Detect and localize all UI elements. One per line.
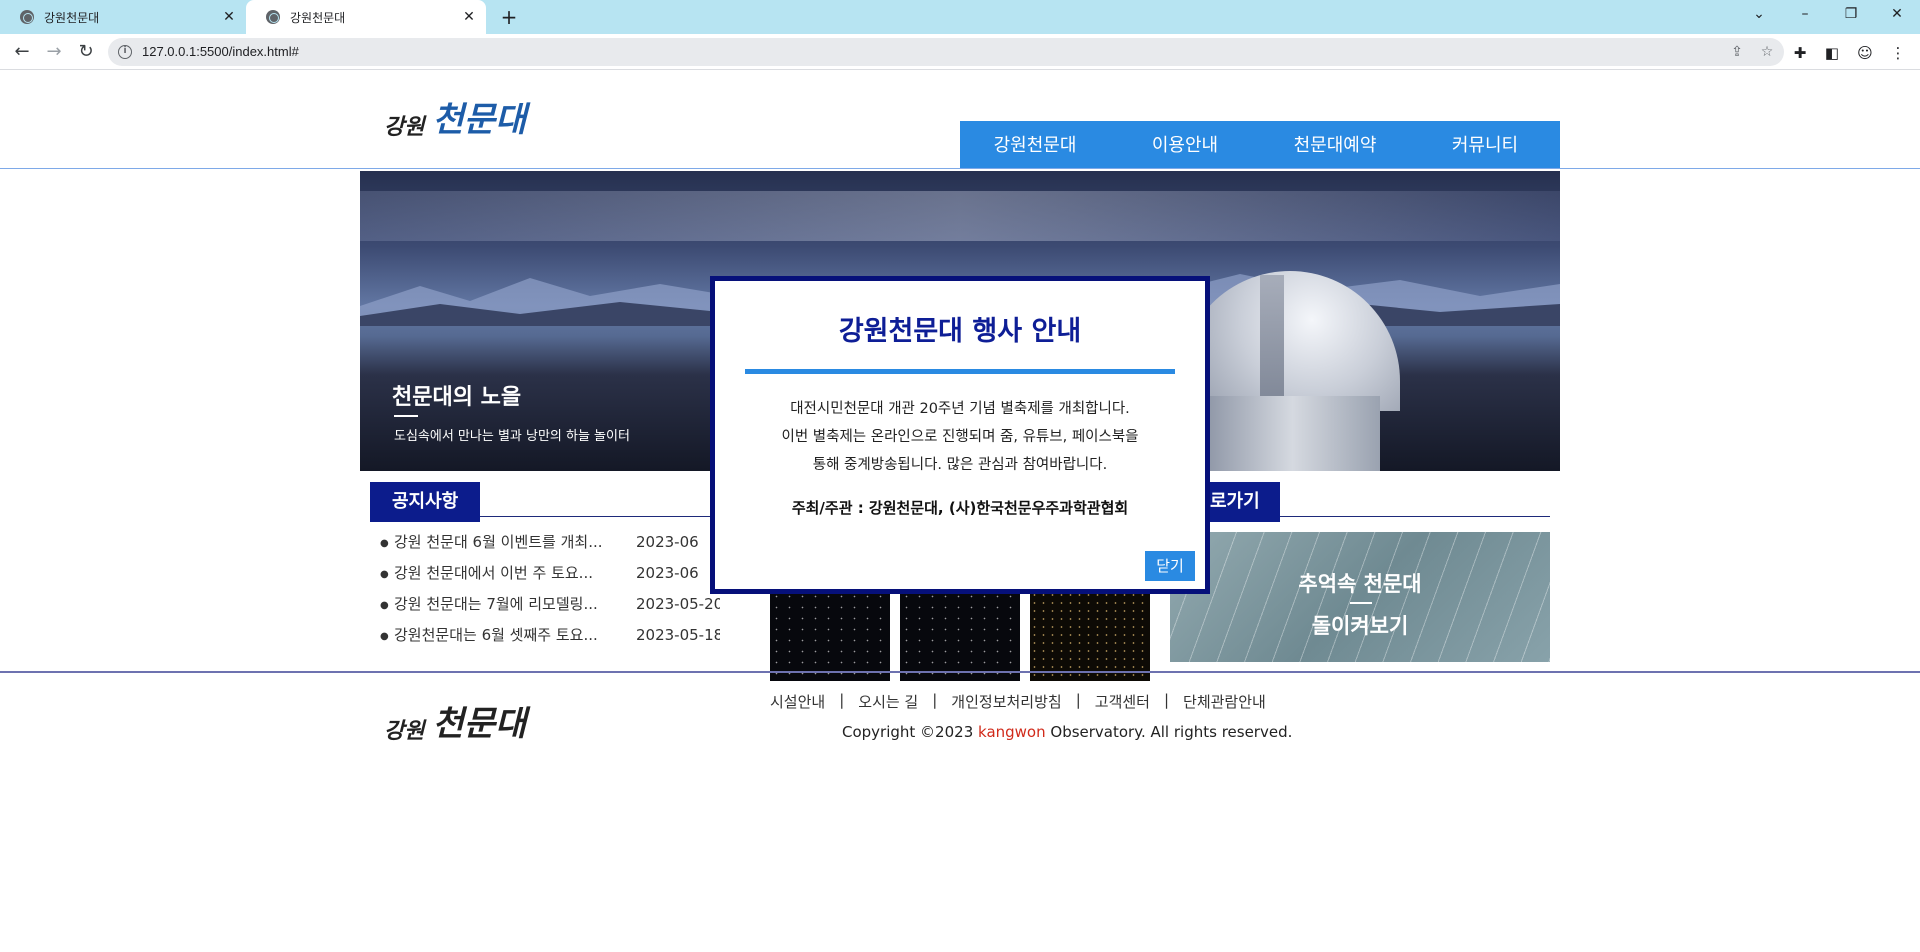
bullet-icon: ●	[380, 600, 389, 611]
forward-icon[interactable]: →	[42, 40, 66, 64]
browser-tab[interactable]: 강원천문대 ✕	[0, 0, 246, 34]
reload-icon[interactable]: ↻	[74, 40, 98, 64]
list-item[interactable]: ● 강원 천문대 6월 이벤트를 개최... 2023-06	[380, 533, 740, 564]
footer-separator: |	[1075, 691, 1081, 709]
notice-title[interactable]: 강원천문대는 6월 셋째주 토요...	[394, 626, 630, 657]
popup-body: 대전시민천문대 개관 20주년 기념 별축제를 개최합니다. 이번 별축제는 온…	[735, 395, 1185, 479]
notice-date: 2023-05-18	[636, 626, 720, 644]
copyright-accent: kangwon	[978, 723, 1046, 741]
notice-title[interactable]: 강원 천문대 6월 이벤트를 개최...	[394, 533, 630, 564]
url-text[interactable]: 127.0.0.1:5500/index.html#	[142, 44, 299, 59]
browser-tab-active[interactable]: 강원천문대 ✕	[246, 0, 486, 34]
footer-logo[interactable]: 강원 천문대	[384, 696, 526, 745]
notice-date: 2023-05-20	[636, 595, 720, 613]
globe-icon	[266, 10, 280, 24]
footer-link-facility[interactable]: 시설안내	[770, 691, 825, 712]
memory-line1: 추억속 천문대	[1298, 572, 1422, 596]
footer-link-group-tour[interactable]: 단체관람안내	[1183, 691, 1266, 712]
close-tab-icon[interactable]: ✕	[460, 8, 478, 26]
list-item[interactable]: ● 강원천문대는 6월 셋째주 토요... 2023-05-18	[380, 626, 740, 657]
nav-item-reservation[interactable]: 천문대예약	[1260, 121, 1410, 169]
event-popup: 강원천문대 행사 안내 대전시민천문대 개관 20주년 기념 별축제를 개최합니…	[710, 276, 1210, 594]
profile-icon[interactable]: ☺	[1855, 43, 1875, 63]
banner-rule	[394, 415, 418, 417]
notice-date: 2023-06	[636, 564, 699, 582]
notice-list: ● 강원 천문대 6월 이벤트를 개최... 2023-06 ● 강원 천문대에…	[380, 533, 740, 657]
new-tab-button[interactable]: +	[496, 5, 522, 29]
memory-rule	[1350, 602, 1372, 604]
footer-divider	[0, 671, 1920, 673]
minimize-button[interactable]: –	[1782, 0, 1828, 30]
gallery-thumbnail[interactable]	[900, 591, 1020, 681]
popup-host: 주최/주관 : 강원천문대, (사)한국천문우주과학관협회	[791, 499, 1129, 517]
footer-link-directions[interactable]: 오시는 길	[858, 691, 918, 712]
copyright-suffix: Observatory. All rights reserved.	[1045, 723, 1293, 741]
bookmark-star-icon[interactable]: ☆	[1758, 43, 1776, 61]
header-divider	[0, 168, 1920, 169]
dome-slit	[1260, 275, 1284, 411]
list-item[interactable]: ● 강원 천문대에서 이번 주 토요... 2023-06	[380, 564, 740, 595]
footer-logo-big: 천문대	[432, 704, 527, 744]
side-panel-icon[interactable]: ◧	[1822, 43, 1842, 63]
nav-item-observatory[interactable]: 강원천문대	[960, 121, 1110, 169]
extensions-puzzle-icon[interactable]: ✚	[1790, 43, 1810, 63]
bullet-icon: ●	[380, 631, 389, 642]
logo-small-text: 강원	[384, 114, 425, 140]
banner-clouds	[360, 191, 1560, 241]
close-tab-icon[interactable]: ✕	[220, 8, 238, 26]
list-item[interactable]: ● 강원 천문대는 7월에 리모델링... 2023-05-20	[380, 595, 740, 626]
popup-title: 강원천문대 행사 안내	[838, 316, 1082, 347]
notice-date: 2023-06	[636, 533, 699, 551]
globe-icon	[20, 10, 34, 24]
gallery-thumbnail[interactable]	[770, 591, 890, 681]
bullet-icon: ●	[380, 538, 389, 549]
url-bar[interactable]: i 127.0.0.1:5500/index.html# ⇪ ☆	[108, 38, 1784, 66]
gallery-thumbnail[interactable]	[1030, 591, 1150, 681]
memory-line2: 돌이켜보기	[1311, 614, 1409, 638]
nav-item-guide[interactable]: 이용안내	[1110, 121, 1260, 169]
banner-title: 천문대의 노을	[392, 385, 522, 410]
popup-body-line: 이번 별축제는 온라인으로 진행되며 줌, 유튜브, 페이스북을	[781, 429, 1139, 445]
memory-banner[interactable]: 추억속 천문대 돌이켜보기	[1170, 532, 1550, 662]
notice-title[interactable]: 강원 천문대에서 이번 주 토요...	[394, 564, 630, 595]
main-nav: 강원천문대 이용안내 천문대예약 커뮤니티	[960, 121, 1560, 169]
popup-body-line: 대전시민천문대 개관 20주년 기념 별축제를 개최합니다.	[790, 401, 1130, 417]
popup-title-bar	[745, 369, 1175, 374]
back-icon[interactable]: ←	[10, 40, 34, 64]
footer-separator: |	[932, 691, 938, 709]
footer-separator: |	[839, 691, 845, 709]
footer-link-support[interactable]: 고객센터	[1095, 691, 1150, 712]
banner-subtitle: 도심속에서 만나는 별과 낭만의 하늘 놀이터	[394, 429, 630, 444]
restore-button[interactable]: ❐	[1828, 0, 1874, 30]
notice-heading[interactable]: 공지사항	[370, 482, 481, 522]
site-info-icon[interactable]: i	[118, 45, 132, 59]
address-toolbar: ← → ↻ i 127.0.0.1:5500/index.html# ⇪ ☆ ✚…	[0, 34, 1920, 70]
tab-title: 강원천문대	[44, 10, 100, 25]
tab-search-icon[interactable]: ⌄	[1736, 0, 1782, 30]
footer-link-privacy[interactable]: 개인정보처리방침	[951, 691, 1061, 712]
close-popup-button[interactable]: 닫기	[1145, 551, 1195, 581]
share-icon[interactable]: ⇪	[1728, 43, 1746, 61]
nav-item-community[interactable]: 커뮤니티	[1410, 121, 1560, 169]
observatory-building	[1205, 396, 1380, 471]
logo-big-text: 천문대	[432, 100, 527, 140]
footer-logo-small: 강원	[384, 718, 425, 744]
close-window-button[interactable]: ✕	[1874, 0, 1920, 30]
site-logo[interactable]: 강원 천문대	[384, 96, 526, 141]
tab-title: 강원천문대	[290, 10, 346, 25]
copyright-prefix: Copyright ©2023	[842, 723, 979, 741]
web-page: 강원 천문대 강원천문대 이용안내 천문대예약 커뮤니티 천문대의 노을 도심속…	[0, 71, 1920, 952]
bullet-icon: ●	[380, 569, 389, 580]
browser-tab-bar: 강원천문대 ✕ 강원천문대 ✕ + ⌄ – ❐ ✕	[0, 0, 1920, 34]
footer-separator: |	[1163, 691, 1170, 709]
notice-title[interactable]: 강원 천문대는 7월에 리모델링...	[394, 595, 630, 626]
popup-body-line: 통해 중계방송됩니다. 많은 관심과 참여바랍니다.	[812, 457, 1108, 473]
more-menu-icon[interactable]: ⋮	[1888, 43, 1908, 63]
copyright: Copyright ©2023 kangwon Observatory. All…	[842, 723, 1292, 741]
footer-links: 시설안내 | 오시는 길 | 개인정보처리방침 | 고객센터 | 단체관람안내	[770, 691, 1266, 712]
